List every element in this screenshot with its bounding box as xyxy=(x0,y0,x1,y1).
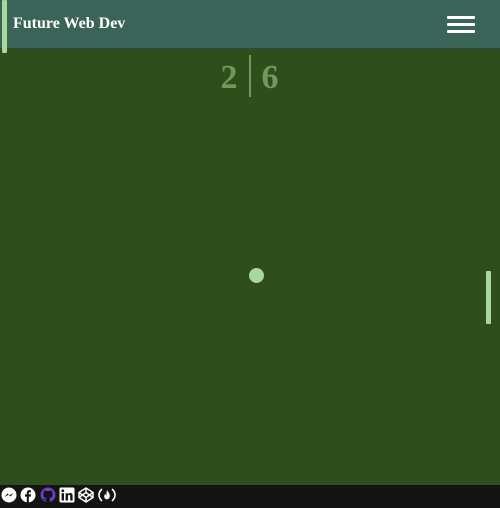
left-paddle[interactable] xyxy=(2,0,7,53)
linkedin-icon[interactable] xyxy=(59,487,75,503)
codepen-icon[interactable] xyxy=(78,487,94,503)
freecodecamp-icon[interactable] xyxy=(97,487,117,503)
right-paddle xyxy=(486,271,491,324)
header-bar: Future Web Dev xyxy=(0,0,500,49)
brand-title[interactable]: Future Web Dev xyxy=(13,15,125,33)
game-app: Future Web Dev 2 6 xyxy=(0,0,500,508)
footer-bar xyxy=(0,485,500,508)
right-score: 6 xyxy=(261,59,279,96)
ball xyxy=(249,268,264,283)
github-icon[interactable] xyxy=(40,487,56,503)
hamburger-menu-icon[interactable] xyxy=(446,15,476,35)
menu-bar-line xyxy=(447,23,475,26)
menu-bar-line xyxy=(447,16,475,19)
left-score: 2 xyxy=(220,59,238,96)
score-divider xyxy=(249,55,251,97)
messenger-icon[interactable] xyxy=(1,487,17,503)
menu-bar-line xyxy=(447,30,475,33)
facebook-icon[interactable] xyxy=(20,487,36,503)
